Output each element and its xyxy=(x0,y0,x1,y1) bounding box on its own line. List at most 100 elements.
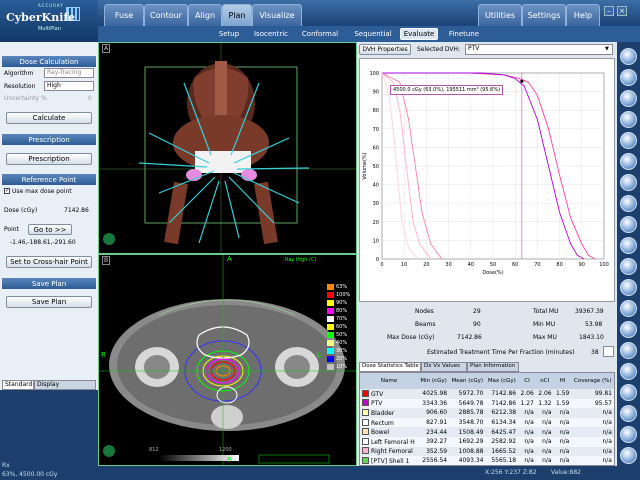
table-cell: n/a xyxy=(559,409,570,417)
column-header[interactable]: Name xyxy=(360,373,418,389)
subtab-sequential[interactable]: Sequential xyxy=(350,28,396,40)
crosshair-icon[interactable] xyxy=(620,174,637,191)
beam-icon[interactable] xyxy=(620,426,637,443)
settings-icon[interactable] xyxy=(620,384,637,401)
structure-color-swatch[interactable] xyxy=(362,428,369,436)
table-row[interactable]: Bladder 906.60 2885.78 6212.38 n/a n/a n/a n/a xyxy=(360,408,614,418)
close-button[interactable]: × xyxy=(617,6,627,16)
legend-item: 90% xyxy=(327,299,355,307)
viewport-axial[interactable]: B A P R L Ray High (C) 812 1200 63% 100% 9… xyxy=(98,254,357,466)
structure-color-swatch[interactable] xyxy=(362,447,369,455)
tool-strip xyxy=(617,42,640,480)
algorithm-select[interactable]: Ray-Tracing xyxy=(44,68,94,78)
logo-product: MultiPlan xyxy=(38,26,61,32)
goto-button[interactable]: Go to >> xyxy=(28,224,72,235)
structure-color-swatch[interactable] xyxy=(362,437,369,445)
resolution-select[interactable]: High xyxy=(44,81,94,91)
legend-swatch xyxy=(327,308,334,314)
cube-icon[interactable] xyxy=(620,216,637,233)
viewport-3d[interactable]: A xyxy=(98,42,357,254)
eye-icon[interactable] xyxy=(620,279,637,296)
row-name-cell: Bowel xyxy=(360,427,418,437)
ruler-icon[interactable] xyxy=(620,300,637,317)
info-icon[interactable] xyxy=(620,447,637,464)
tab-fuse[interactable]: Fuse xyxy=(104,4,144,26)
orient-top: A xyxy=(227,255,232,263)
crosshair-button[interactable]: Set to Cross-hair Point xyxy=(6,256,92,268)
table-row[interactable]: Right Femoral 352.59 1008.88 1665.52 n/a n/a n… xyxy=(360,446,614,457)
table-cell: n/a xyxy=(524,457,534,465)
target-icon[interactable] xyxy=(620,405,637,422)
tab-display[interactable]: Display xyxy=(34,380,96,390)
column-header[interactable]: HI xyxy=(554,373,572,389)
column-header[interactable]: Coverage (%) xyxy=(571,373,614,389)
legend-swatch xyxy=(327,332,334,338)
tab-visualize[interactable]: Visualize xyxy=(252,4,302,26)
table-cell: n/a xyxy=(524,447,534,455)
dose-marker-point xyxy=(520,79,524,83)
table-row[interactable]: Left Femoral H 392.27 1692.29 2582.92 n/a n/a… xyxy=(360,436,614,447)
x-tick-label: 30 xyxy=(445,262,451,268)
tab-dx-vx[interactable]: Dx Vx Values xyxy=(421,362,467,372)
arrow-icon[interactable] xyxy=(620,48,637,65)
column-header[interactable]: Mean (cGy) xyxy=(449,373,485,389)
column-header[interactable]: nCI xyxy=(536,373,554,389)
tab-contour[interactable]: Contour xyxy=(144,4,188,26)
tab-utilities[interactable]: Utilities xyxy=(478,4,522,26)
column-header[interactable]: Min (cGy) xyxy=(418,373,449,389)
layers-icon[interactable] xyxy=(620,237,637,254)
structure-color-swatch[interactable] xyxy=(362,418,369,426)
treatment-time-value: 38 xyxy=(591,349,599,356)
tab-align[interactable]: Align xyxy=(188,4,222,26)
pan-icon[interactable] xyxy=(620,90,637,107)
algorithm-label: Algorithm xyxy=(4,70,34,77)
reset-icon[interactable] xyxy=(620,321,637,338)
table-row[interactable]: [PTV] Shell 1 2556.54 4093.34 5565.18 n/a n/a… xyxy=(360,456,614,465)
tab-plan[interactable]: Plan xyxy=(222,4,252,26)
tab-help[interactable]: Help xyxy=(566,4,600,26)
subtab-evaluate[interactable]: Evaluate xyxy=(400,28,438,40)
save-plan-button[interactable]: Save Plan xyxy=(6,296,92,308)
structure-color-swatch[interactable] xyxy=(362,389,369,397)
window-level-icon[interactable] xyxy=(620,111,637,128)
measure-icon[interactable] xyxy=(620,153,637,170)
table-row[interactable]: Bowel 234.44 1508.49 6425.47 n/a n/a n/a n/a xyxy=(360,427,614,437)
time-refresh-icon[interactable] xyxy=(603,346,614,357)
table-row[interactable]: GTV 4025.98 5972.70 7142.86 2.06 2.06 1.59 99.8… xyxy=(360,389,614,399)
orient-left: R xyxy=(101,351,106,359)
row-name-cell: Rectum xyxy=(360,418,418,428)
table-row[interactable]: Rectum 827.91 3548.70 6134.34 n/a n/a n/a n/a xyxy=(360,417,614,428)
structure-color-swatch[interactable] xyxy=(362,408,369,416)
tab-standard[interactable]: Standard xyxy=(2,380,34,390)
calculate-button[interactable]: Calculate xyxy=(6,112,92,124)
subtab-finetune[interactable]: Finetune xyxy=(444,28,484,40)
subtab-conformal[interactable]: Conformal xyxy=(298,28,342,40)
grid-icon[interactable] xyxy=(620,258,637,275)
table-cell: 99.81 xyxy=(594,390,612,398)
x-tick-label: 40 xyxy=(468,262,474,268)
selected-dvh-label: Selected DVH: xyxy=(417,46,461,53)
structure-color-swatch[interactable] xyxy=(362,456,369,464)
tab-dose-statistics[interactable]: Dose Statistics Table xyxy=(359,362,421,372)
use-max-dose-checkbox[interactable]: ✓ xyxy=(4,188,10,194)
contrast-icon[interactable] xyxy=(620,195,637,212)
legend-item: 70% xyxy=(327,315,355,323)
dvh-properties-button[interactable]: DVH Properties xyxy=(359,44,411,55)
minimize-button[interactable]: – xyxy=(604,6,614,16)
subtab-isocentric[interactable]: Isocentric xyxy=(250,28,292,40)
table-row[interactable]: PTV 3343.36 5649.78 7142.86 1.27 1.32 1.59 95.5… xyxy=(360,398,614,409)
dvh-chart[interactable]: 0 10 20 30 40 50 60 70 80 90 100 0 10 20 30 40 50 60 70 80 9… xyxy=(359,58,615,302)
table-cell: 4025.98 xyxy=(422,390,448,398)
tab-settings[interactable]: Settings xyxy=(522,4,566,26)
structure-color-swatch[interactable] xyxy=(362,399,369,407)
prescription-button[interactable]: Prescription xyxy=(6,153,92,165)
subtab-setup[interactable]: Setup xyxy=(214,28,244,40)
column-header[interactable]: Max (cGy) xyxy=(485,373,518,389)
selected-dvh-select[interactable]: PTV xyxy=(465,44,613,55)
camera-icon[interactable] xyxy=(620,342,637,359)
brightness-icon[interactable] xyxy=(620,363,637,380)
zoom-icon[interactable] xyxy=(620,69,637,86)
column-header[interactable]: CI xyxy=(518,373,536,389)
rotate-icon[interactable] xyxy=(620,132,637,149)
tab-plan-information[interactable]: Plan Information xyxy=(467,362,519,372)
